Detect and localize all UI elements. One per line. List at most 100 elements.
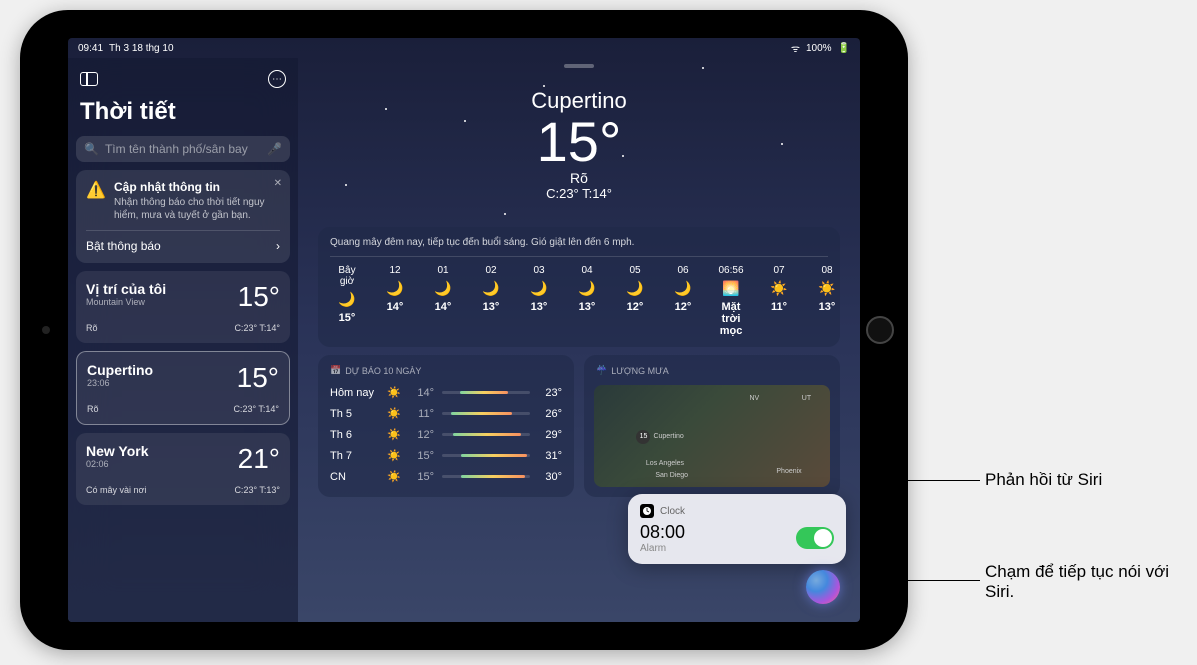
siri-response-bubble[interactable]: Clock 08:00 Alarm [628,494,846,564]
map-label: Los Angeles [646,460,684,467]
battery-percent: 100% [806,43,832,54]
map-label: Cupertino [653,433,683,440]
umbrella-icon: ☔ [596,365,607,376]
hour-item: 06:56 🌅 Mặt trời mọc [714,265,748,337]
alarm-toggle[interactable] [796,527,834,549]
forecast-day-row: Th 5 ☀️ 11° 26° [330,403,562,424]
weather-icon: 🌙 [434,280,451,297]
hour-label: 12 [389,265,400,276]
city-condition: Rõ [86,323,98,333]
close-icon[interactable]: ✕ [274,178,282,189]
day-high: 23° [538,387,562,399]
temp-range-bar [442,454,530,457]
hour-label: Bây giờ [330,265,364,287]
city-temp: 21° [238,443,280,475]
sidebar-toggle-icon[interactable] [80,72,98,86]
weather-icon: ☀️ [386,386,402,399]
hour-temp: 13° [819,301,836,313]
city-name: New York [86,443,149,459]
temp-range-bar [442,412,530,415]
day-high: 30° [538,471,562,483]
hour-label: 08 [821,265,832,276]
hour-label: 01 [437,265,448,276]
weather-icon: 🌙 [626,280,643,297]
weather-icon: ☀️ [386,428,402,441]
day-low: 15° [410,450,434,462]
city-condition: Rõ [87,404,99,414]
forecast-header: DỰ BÁO 10 NGÀY [345,366,421,376]
hour-temp: 13° [579,301,596,313]
weather-icon: ☀️ [818,280,835,297]
precipitation-card[interactable]: ☔ LƯỢNG MƯA NV UT 15 Cupertino Los Angel… [584,355,840,497]
drag-handle[interactable] [564,64,594,68]
city-sublabel: 02:06 [86,459,149,469]
hour-item: 07 ☀️ 11° [762,265,796,337]
hour-temp: 14° [387,301,404,313]
day-name: CN [330,471,378,483]
map-pin-badge: 15 [636,430,650,444]
status-date: Th 3 18 thg 10 [109,43,174,54]
day-low: 15° [410,471,434,483]
hour-temp: 14° [435,301,452,313]
ten-day-forecast-card[interactable]: 📅 DỰ BÁO 10 NGÀY Hôm nay ☀️ 14° 23°Th 5 … [318,355,574,497]
city-name: Cupertino [87,362,153,378]
city-card-cupertino[interactable]: Cupertino 23:06 15° Rõ C:23° T:14° [76,351,290,425]
wifi-icon: ᯤ [791,41,800,55]
hero-temp: 15° [318,114,840,170]
callout-line [870,580,980,581]
hour-temp: 12° [675,301,692,313]
hour-temp: 13° [531,301,548,313]
more-icon[interactable]: ⋯ [268,70,286,88]
forecast-day-row: Hôm nay ☀️ 14° 23° [330,382,562,403]
sidebar-title: Thời tiết [76,92,290,132]
hour-temp: 12° [627,301,644,313]
hour-item: 03 🌙 13° [522,265,556,337]
forecast-day-row: Th 7 ☀️ 15° 31° [330,445,562,466]
day-low: 14° [410,387,434,399]
hour-item: 02 🌙 13° [474,265,508,337]
chevron-right-icon: › [276,239,280,253]
hour-item: 12 🌙 14° [378,265,412,337]
alert-title: Cập nhật thông tin [114,180,280,194]
hourly-row[interactable]: Bây giờ 🌙 15°12 🌙 14°01 🌙 14°02 🌙 13°03 … [330,265,828,337]
mic-icon[interactable]: 🎤 [267,142,282,156]
alarm-time: 08:00 [640,522,685,543]
precipitation-map[interactable]: NV UT 15 Cupertino Los Angeles San Diego… [594,385,830,487]
map-label: UT [802,395,811,402]
siri-orb-button[interactable] [806,570,840,604]
clock-app-icon [640,504,654,518]
weather-icon: 🌙 [530,280,547,297]
enable-notifications-button[interactable]: Bật thông báo › [86,230,280,253]
city-card-new-york[interactable]: New York 02:06 21° Có mây vài nơi C:23° … [76,433,290,505]
home-button[interactable] [866,316,894,344]
day-high: 31° [538,450,562,462]
hour-item: 05 🌙 12° [618,265,652,337]
weather-icon: 🌙 [386,280,403,297]
day-high: 29° [538,429,562,441]
map-label: NV [749,395,759,402]
search-input[interactable]: 🔍 Tìm tên thành phố/sân bay 🎤 [76,136,290,162]
weather-icon: 🌙 [578,280,595,297]
weather-icon: 🌙 [338,291,355,308]
day-name: Th 6 [330,429,378,441]
hour-temp: 13° [483,301,500,313]
weather-icon: ☀️ [386,470,402,483]
hour-label: 05 [629,265,640,276]
city-card-my-location[interactable]: Vị trí của tôi Mountain View 15° Rõ C:23… [76,271,290,343]
weather-icon: 🌙 [674,280,691,297]
day-name: Hôm nay [330,387,378,399]
weather-icon: ☀️ [770,280,787,297]
weather-icon: 🌙 [482,280,499,297]
callout-tap-siri: Chạm để tiếp tục nói với Siri. [985,562,1185,602]
day-high: 26° [538,408,562,420]
city-sublabel: 23:06 [87,378,153,388]
hour-label: 06:56 [718,265,743,276]
weather-icon: ☀️ [386,449,402,462]
temp-range-bar [442,475,530,478]
hourly-forecast-card[interactable]: Quang mây đêm nay, tiếp tục đến buổi sán… [318,227,840,347]
sidebar: ⋯ Thời tiết 🔍 Tìm tên thành phố/sân bay … [68,58,298,622]
temp-range-bar [442,391,530,394]
map-label: Phoenix [776,468,801,475]
weather-icon: ☀️ [386,407,402,420]
hour-label: 04 [581,265,592,276]
